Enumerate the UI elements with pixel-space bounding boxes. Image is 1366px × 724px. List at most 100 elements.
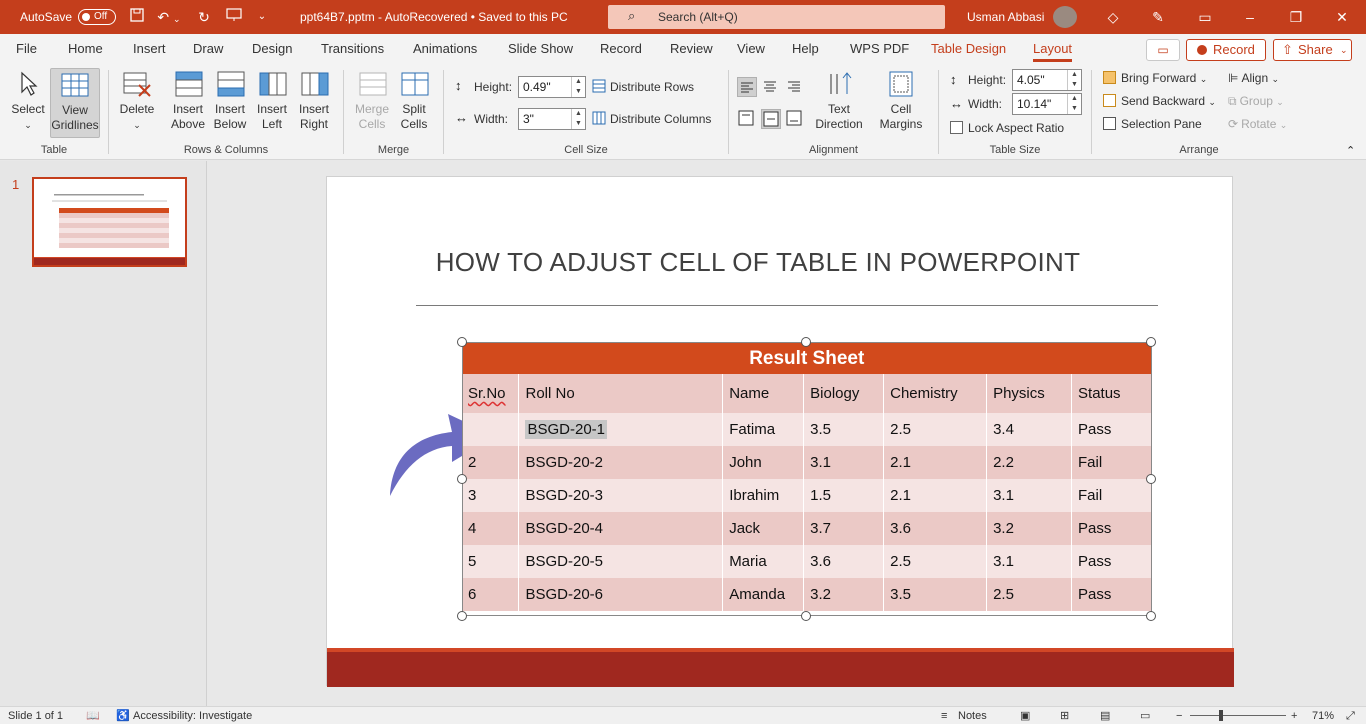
tab-table-design[interactable]: Table Design: [931, 34, 1006, 64]
table-cell[interactable]: 2: [462, 446, 520, 479]
table-cell[interactable]: John: [722, 446, 805, 479]
tab-home[interactable]: Home: [68, 34, 103, 64]
column-header[interactable]: Physics: [986, 374, 1073, 413]
resize-handle-bottom[interactable]: [801, 611, 811, 621]
redo-icon[interactable]: ↻: [194, 0, 214, 34]
resize-handle-bottom-left[interactable]: [457, 611, 467, 621]
tab-transitions[interactable]: Transitions: [321, 34, 384, 64]
cell-width-input[interactable]: 3" ▲ ▼: [518, 108, 586, 130]
zoom-level[interactable]: 71%: [1312, 707, 1334, 724]
zoom-slider[interactable]: [1190, 715, 1286, 716]
table-cell[interactable]: [462, 413, 520, 446]
tab-insert[interactable]: Insert: [133, 34, 166, 64]
tab-layout[interactable]: Layout: [1033, 34, 1073, 64]
lock-aspect-checkbox[interactable]: Lock Aspect Ratio: [950, 118, 1064, 138]
table-cell[interactable]: 3.2: [986, 512, 1073, 545]
share-button[interactable]: ⇧ Share ⌄: [1273, 39, 1352, 61]
slideshow-view-icon[interactable]: ▭: [1140, 707, 1150, 724]
table-cell[interactable]: Fatima: [722, 413, 805, 446]
text-direction-button[interactable]: Text Direction: [812, 68, 866, 138]
insert-right-button[interactable]: Insert Right: [294, 68, 336, 138]
record-button[interactable]: Record: [1186, 39, 1266, 61]
split-cells-button[interactable]: Split Cells: [394, 68, 436, 138]
tab-wps-pdf[interactable]: WPS PDF: [850, 34, 909, 64]
avatar[interactable]: [1053, 6, 1077, 28]
restore-icon[interactable]: ❐: [1286, 0, 1306, 34]
table-cell[interactable]: BSGD-20-1: [518, 413, 724, 446]
resize-handle-top-right[interactable]: [1146, 337, 1156, 347]
tab-help[interactable]: Help: [792, 34, 819, 64]
reading-view-icon[interactable]: ▤: [1100, 707, 1110, 724]
tab-animations[interactable]: Animations: [413, 34, 477, 64]
table-cell[interactable]: 2.1: [883, 479, 988, 512]
cell-height-input[interactable]: 0.49" ▲ ▼: [518, 76, 586, 98]
tab-file[interactable]: File: [16, 34, 37, 64]
distribute-columns-button[interactable]: Distribute Columns: [592, 109, 711, 129]
spinner-arrows[interactable]: ▲ ▼: [571, 77, 585, 97]
column-header[interactable]: Roll No: [518, 374, 724, 413]
spinner-arrows[interactable]: ▲ ▼: [1067, 94, 1081, 114]
select-button[interactable]: Select ⌄: [6, 68, 50, 138]
table-cell[interactable]: 3.1: [986, 479, 1073, 512]
column-header[interactable]: Chemistry: [883, 374, 988, 413]
tab-review[interactable]: Review: [670, 34, 713, 64]
accessibility-status[interactable]: Accessibility: Investigate: [133, 707, 252, 724]
table-cell[interactable]: Pass: [1071, 413, 1152, 446]
table-cell[interactable]: Maria: [722, 545, 805, 578]
fit-to-window-icon[interactable]: ⤢: [1346, 707, 1355, 724]
insert-left-button[interactable]: Insert Left: [252, 68, 294, 138]
table-cell[interactable]: 2.5: [883, 545, 988, 578]
merge-cells-button[interactable]: Merge Cells: [352, 68, 394, 138]
pen-icon[interactable]: ✎: [1148, 0, 1168, 34]
table-cell[interactable]: 5: [462, 545, 520, 578]
align-middle-icon[interactable]: [761, 109, 781, 129]
table-cell[interactable]: Fail: [1071, 446, 1152, 479]
tab-design[interactable]: Design: [252, 34, 292, 64]
table-cell[interactable]: Ibrahim: [722, 479, 805, 512]
ribbon-display-icon[interactable]: ▭: [1195, 0, 1215, 34]
normal-view-icon[interactable]: ▣: [1020, 707, 1030, 724]
align-top-icon[interactable]: [737, 109, 757, 129]
slide-thumbnail[interactable]: [32, 177, 187, 267]
table-cell[interactable]: Jack: [722, 512, 805, 545]
tab-slide-show[interactable]: Slide Show: [508, 34, 573, 64]
table-cell[interactable]: 3: [462, 479, 520, 512]
table-cell[interactable]: 3.4: [986, 413, 1073, 446]
table-cell[interactable]: 3.6: [803, 545, 885, 578]
table-cell[interactable]: Pass: [1071, 578, 1152, 611]
align-center-icon[interactable]: [761, 77, 781, 97]
resize-handle-top[interactable]: [801, 337, 811, 347]
group-button[interactable]: ⧉ Group ⌄: [1228, 91, 1284, 111]
align-left-icon[interactable]: [737, 77, 757, 97]
zoom-in-icon[interactable]: +: [1291, 707, 1297, 724]
table-cell[interactable]: 3.5: [883, 578, 988, 611]
cell-margins-button[interactable]: Cell Margins: [872, 68, 930, 138]
rotate-button[interactable]: ⟳ Rotate ⌄: [1228, 114, 1287, 134]
table-cell[interactable]: 2.5: [883, 413, 988, 446]
tab-record[interactable]: Record: [600, 34, 642, 64]
result-table[interactable]: Result Sheet Sr.No Roll No Name Biology …: [462, 343, 1152, 611]
notes-icon[interactable]: ≡: [941, 707, 947, 724]
insert-above-button[interactable]: Insert Above: [168, 68, 210, 138]
customize-qat-icon[interactable]: ⌄: [254, 0, 270, 34]
table-cell[interactable]: 3.1: [803, 446, 885, 479]
align-right-icon[interactable]: [785, 77, 805, 97]
table-cell[interactable]: 2.5: [986, 578, 1073, 611]
minimize-icon[interactable]: –: [1240, 0, 1260, 34]
accessibility-icon[interactable]: ♿: [116, 707, 130, 724]
tab-view[interactable]: View: [737, 34, 765, 64]
resize-handle-right[interactable]: [1146, 474, 1156, 484]
table-cell[interactable]: 3.7: [803, 512, 885, 545]
notes-button[interactable]: Notes: [958, 707, 987, 724]
table-cell[interactable]: 6: [462, 578, 520, 611]
table-cell[interactable]: 2.1: [883, 446, 988, 479]
align-bottom-icon[interactable]: [785, 109, 805, 129]
zoom-out-icon[interactable]: −: [1176, 707, 1182, 724]
slide-title[interactable]: HOW TO ADJUST CELL OF TABLE IN POWERPOIN…: [327, 247, 1189, 278]
resize-handle-top-left[interactable]: [457, 337, 467, 347]
table-cell[interactable]: Amanda: [722, 578, 805, 611]
spinner-arrows[interactable]: ▲ ▼: [1067, 70, 1081, 90]
present-icon[interactable]: [224, 0, 244, 34]
table-cell[interactable]: BSGD-20-2: [518, 446, 724, 479]
selection-pane-button[interactable]: Selection Pane: [1103, 114, 1202, 134]
